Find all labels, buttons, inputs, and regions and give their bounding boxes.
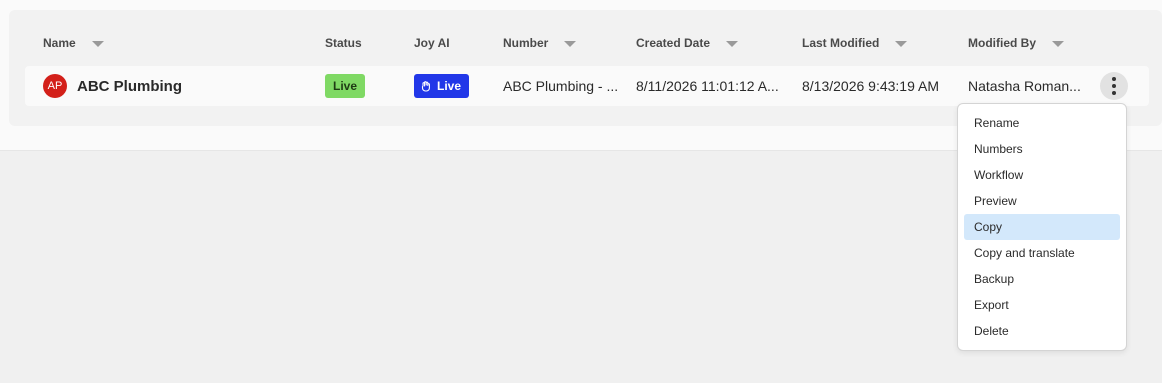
table-row[interactable]: AP ABC Plumbing Live Live ABC Plumbing -… (25, 66, 1149, 106)
column-header-label: Last Modified (802, 36, 880, 50)
chevron-down-icon[interactable] (91, 41, 104, 47)
status-cell: Live (325, 66, 405, 106)
menu-item-preview[interactable]: Preview (964, 188, 1120, 214)
menu-item-export[interactable]: Export (964, 292, 1120, 318)
row-name[interactable]: ABC Plumbing (77, 78, 182, 95)
joy-ai-badge: Live (414, 74, 470, 98)
row-context-menu: Rename Numbers Workflow Preview Copy Cop… (957, 103, 1127, 351)
joy-ai-cell: Live (414, 66, 494, 106)
column-header-modified-by[interactable]: Modified By (968, 36, 1064, 50)
status-badge: Live (325, 74, 366, 98)
column-header-joy-ai: Joy AI (414, 36, 450, 50)
last-modified-value: 8/13/2026 9:43:19 AM (802, 78, 939, 94)
column-header-label: Joy AI (414, 36, 450, 50)
modified-by-value: Natasha Roman... (968, 78, 1081, 94)
chevron-down-icon[interactable] (564, 41, 577, 47)
menu-item-rename[interactable]: Rename (964, 110, 1120, 136)
joy-ai-label: Live (437, 79, 462, 93)
kebab-menu-icon[interactable] (1100, 72, 1128, 100)
column-header-number[interactable]: Number (503, 36, 577, 50)
created-date-value: 8/11/2026 11:01:12 A... (636, 78, 779, 94)
modified-by-cell: Natasha Roman... (968, 66, 1088, 106)
chevron-down-icon[interactable] (895, 41, 908, 47)
chevron-down-icon[interactable] (1052, 41, 1064, 47)
menu-item-copy-and-translate[interactable]: Copy and translate (964, 240, 1120, 266)
column-header-label: Status (325, 36, 362, 50)
created-date-cell: 8/11/2026 11:01:12 A... (636, 66, 796, 106)
menu-item-copy[interactable]: Copy (964, 214, 1120, 240)
kebab-dot (1112, 77, 1116, 81)
column-header-label: Name (43, 36, 76, 50)
column-header-last-modified[interactable]: Last Modified (802, 36, 908, 50)
last-modified-cell: 8/13/2026 9:43:19 AM (802, 66, 962, 106)
column-header-label: Created Date (636, 36, 711, 50)
column-header-name[interactable]: Name (43, 36, 104, 50)
name-cell[interactable]: AP ABC Plumbing (43, 66, 313, 106)
column-header-created-date[interactable]: Created Date (636, 36, 739, 50)
number-cell: ABC Plumbing - ... (503, 66, 623, 106)
number-value: ABC Plumbing - ... (503, 78, 619, 94)
chevron-down-icon[interactable] (726, 41, 739, 47)
kebab-dot (1112, 91, 1116, 95)
avatar-initials: AP (47, 80, 63, 92)
menu-item-workflow[interactable]: Workflow (964, 162, 1120, 188)
column-header-label: Modified By (968, 36, 1036, 50)
avatar: AP (43, 74, 67, 98)
menu-item-backup[interactable]: Backup (964, 266, 1120, 292)
robot-hand-icon (421, 81, 430, 92)
menu-item-delete[interactable]: Delete (964, 318, 1120, 344)
column-header-label: Number (503, 36, 549, 50)
column-header-status: Status (325, 36, 362, 50)
kebab-dot (1112, 84, 1116, 88)
menu-item-numbers[interactable]: Numbers (964, 136, 1120, 162)
